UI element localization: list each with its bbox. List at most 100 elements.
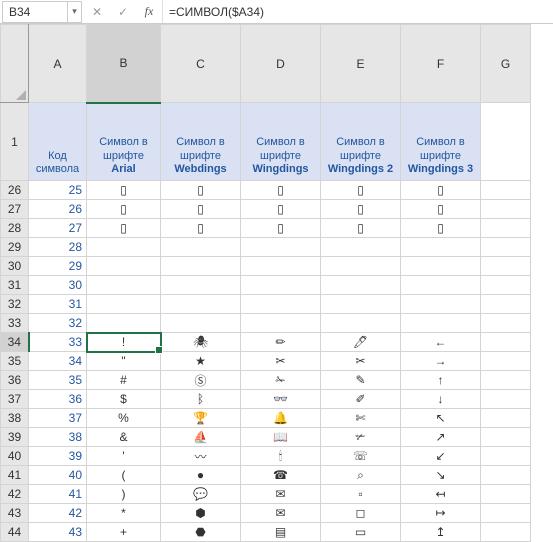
cell-code[interactable]: 25 bbox=[29, 181, 87, 200]
cell-symbol[interactable] bbox=[401, 314, 481, 333]
cell-symbol[interactable]: Ⓢ bbox=[161, 371, 241, 390]
enter-formula-button[interactable]: ✓ bbox=[114, 3, 132, 21]
cell-symbol[interactable]: ✁ bbox=[241, 371, 321, 390]
cell-empty[interactable] bbox=[481, 238, 531, 257]
cell-symbol[interactable]: ↑ bbox=[401, 371, 481, 390]
cell-empty[interactable] bbox=[481, 276, 531, 295]
cell-empty[interactable] bbox=[481, 333, 531, 352]
cell-symbol[interactable]: ▯ bbox=[241, 181, 321, 200]
cell-symbol[interactable] bbox=[321, 238, 401, 257]
cell-symbol[interactable]: 📖 bbox=[241, 428, 321, 447]
row-header[interactable]: 44 bbox=[1, 523, 29, 542]
cell-empty[interactable] bbox=[481, 314, 531, 333]
cell-symbol[interactable]: ▯ bbox=[161, 181, 241, 200]
cell-symbol[interactable]: 🕯 bbox=[241, 447, 321, 466]
cell-symbol[interactable]: ✐ bbox=[321, 390, 401, 409]
cell-symbol[interactable]: ✃ bbox=[321, 428, 401, 447]
cell-symbol[interactable]: ▯ bbox=[321, 219, 401, 238]
cell-arial[interactable]: + bbox=[87, 523, 161, 542]
col-header-F[interactable]: F bbox=[401, 25, 481, 103]
header-code[interactable]: Код символа bbox=[29, 103, 87, 181]
cell-symbol[interactable]: ⛵ bbox=[161, 428, 241, 447]
cell-arial[interactable]: ( bbox=[87, 466, 161, 485]
cell-symbol[interactable]: ↗ bbox=[401, 428, 481, 447]
cell-arial[interactable]: $ bbox=[87, 390, 161, 409]
cell-code[interactable]: 32 bbox=[29, 314, 87, 333]
cell-symbol[interactable]: ▯ bbox=[401, 200, 481, 219]
cell-symbol[interactable]: ✏ bbox=[241, 333, 321, 352]
cell-symbol[interactable]: ᛒ bbox=[161, 390, 241, 409]
cell-arial[interactable] bbox=[87, 257, 161, 276]
cell-symbol[interactable]: 〰 bbox=[161, 447, 241, 466]
cell-empty[interactable] bbox=[481, 219, 531, 238]
cell-arial[interactable]: % bbox=[87, 409, 161, 428]
cell-empty[interactable] bbox=[481, 257, 531, 276]
row-header[interactable]: 35 bbox=[1, 352, 29, 371]
cell-symbol[interactable]: ✄ bbox=[321, 409, 401, 428]
cell-symbol[interactable]: 🖊 bbox=[321, 333, 401, 352]
cell-code[interactable]: 34 bbox=[29, 352, 87, 371]
header-wingdings[interactable]: Символ в шрифте Wingdings bbox=[241, 103, 321, 181]
col-header-C[interactable]: C bbox=[161, 25, 241, 103]
cell-code[interactable]: 41 bbox=[29, 485, 87, 504]
formula-input[interactable]: =СИМВОЛ($A34) bbox=[162, 0, 553, 23]
cell-symbol[interactable]: ▯ bbox=[241, 200, 321, 219]
cell-symbol[interactable] bbox=[241, 276, 321, 295]
cell-code[interactable]: 36 bbox=[29, 390, 87, 409]
cell-symbol[interactable]: 🏆 bbox=[161, 409, 241, 428]
name-box-dropdown-icon[interactable] bbox=[67, 2, 81, 22]
cell-arial[interactable]: " bbox=[87, 352, 161, 371]
cell-arial[interactable]: ▯ bbox=[87, 200, 161, 219]
cell-code[interactable]: 33 bbox=[29, 333, 87, 352]
cell-empty[interactable] bbox=[481, 352, 531, 371]
row-header[interactable]: 37 bbox=[1, 390, 29, 409]
cell-symbol[interactable]: ☏ bbox=[321, 447, 401, 466]
cell-symbol[interactable]: ↙ bbox=[401, 447, 481, 466]
row-header[interactable]: 34 bbox=[1, 333, 29, 352]
cell-code[interactable]: 27 bbox=[29, 219, 87, 238]
cell-symbol[interactable]: ← bbox=[401, 333, 481, 352]
cell-symbol[interactable] bbox=[401, 276, 481, 295]
cell-empty[interactable] bbox=[481, 181, 531, 200]
cell-symbol[interactable] bbox=[321, 314, 401, 333]
row-header[interactable]: 27 bbox=[1, 200, 29, 219]
cell-code[interactable]: 28 bbox=[29, 238, 87, 257]
cell-symbol[interactable] bbox=[401, 257, 481, 276]
col-header-B[interactable]: B bbox=[87, 25, 161, 103]
col-header-G[interactable]: G bbox=[481, 25, 531, 103]
cell-empty[interactable] bbox=[481, 523, 531, 542]
cell-symbol[interactable]: ⬣ bbox=[161, 523, 241, 542]
cell-code[interactable]: 29 bbox=[29, 257, 87, 276]
cell-symbol[interactable] bbox=[241, 295, 321, 314]
cell-symbol[interactable] bbox=[401, 238, 481, 257]
cell-symbol[interactable]: ✂ bbox=[241, 352, 321, 371]
cell-symbol[interactable] bbox=[241, 314, 321, 333]
header-empty-G[interactable] bbox=[481, 103, 531, 181]
cell-symbol[interactable]: ☎ bbox=[241, 466, 321, 485]
cell-symbol[interactable]: ▤ bbox=[241, 523, 321, 542]
cell-symbol[interactable]: ▯ bbox=[321, 200, 401, 219]
cell-empty[interactable] bbox=[481, 409, 531, 428]
cell-code[interactable]: 26 bbox=[29, 200, 87, 219]
insert-function-button[interactable]: fx bbox=[140, 3, 158, 21]
cell-arial[interactable]: # bbox=[87, 371, 161, 390]
cell-code[interactable]: 31 bbox=[29, 295, 87, 314]
cell-symbol[interactable] bbox=[241, 238, 321, 257]
cell-symbol[interactable]: ✎ bbox=[321, 371, 401, 390]
cell-code[interactable]: 40 bbox=[29, 466, 87, 485]
cell-symbol[interactable]: ↖ bbox=[401, 409, 481, 428]
cell-symbol[interactable]: ⌕ bbox=[321, 466, 401, 485]
cell-symbol[interactable] bbox=[161, 238, 241, 257]
cell-symbol[interactable]: ★ bbox=[161, 352, 241, 371]
row-header[interactable]: 40 bbox=[1, 447, 29, 466]
cell-arial[interactable]: ' bbox=[87, 447, 161, 466]
cell-symbol[interactable]: 🔔 bbox=[241, 409, 321, 428]
cell-symbol[interactable]: ↥ bbox=[401, 523, 481, 542]
row-header[interactable]: 41 bbox=[1, 466, 29, 485]
cell-code[interactable]: 30 bbox=[29, 276, 87, 295]
col-header-E[interactable]: E bbox=[321, 25, 401, 103]
cell-symbol[interactable]: ↓ bbox=[401, 390, 481, 409]
cell-symbol[interactable]: 💬 bbox=[161, 485, 241, 504]
cell-symbol[interactable]: ▭ bbox=[321, 523, 401, 542]
cell-symbol[interactable] bbox=[401, 295, 481, 314]
